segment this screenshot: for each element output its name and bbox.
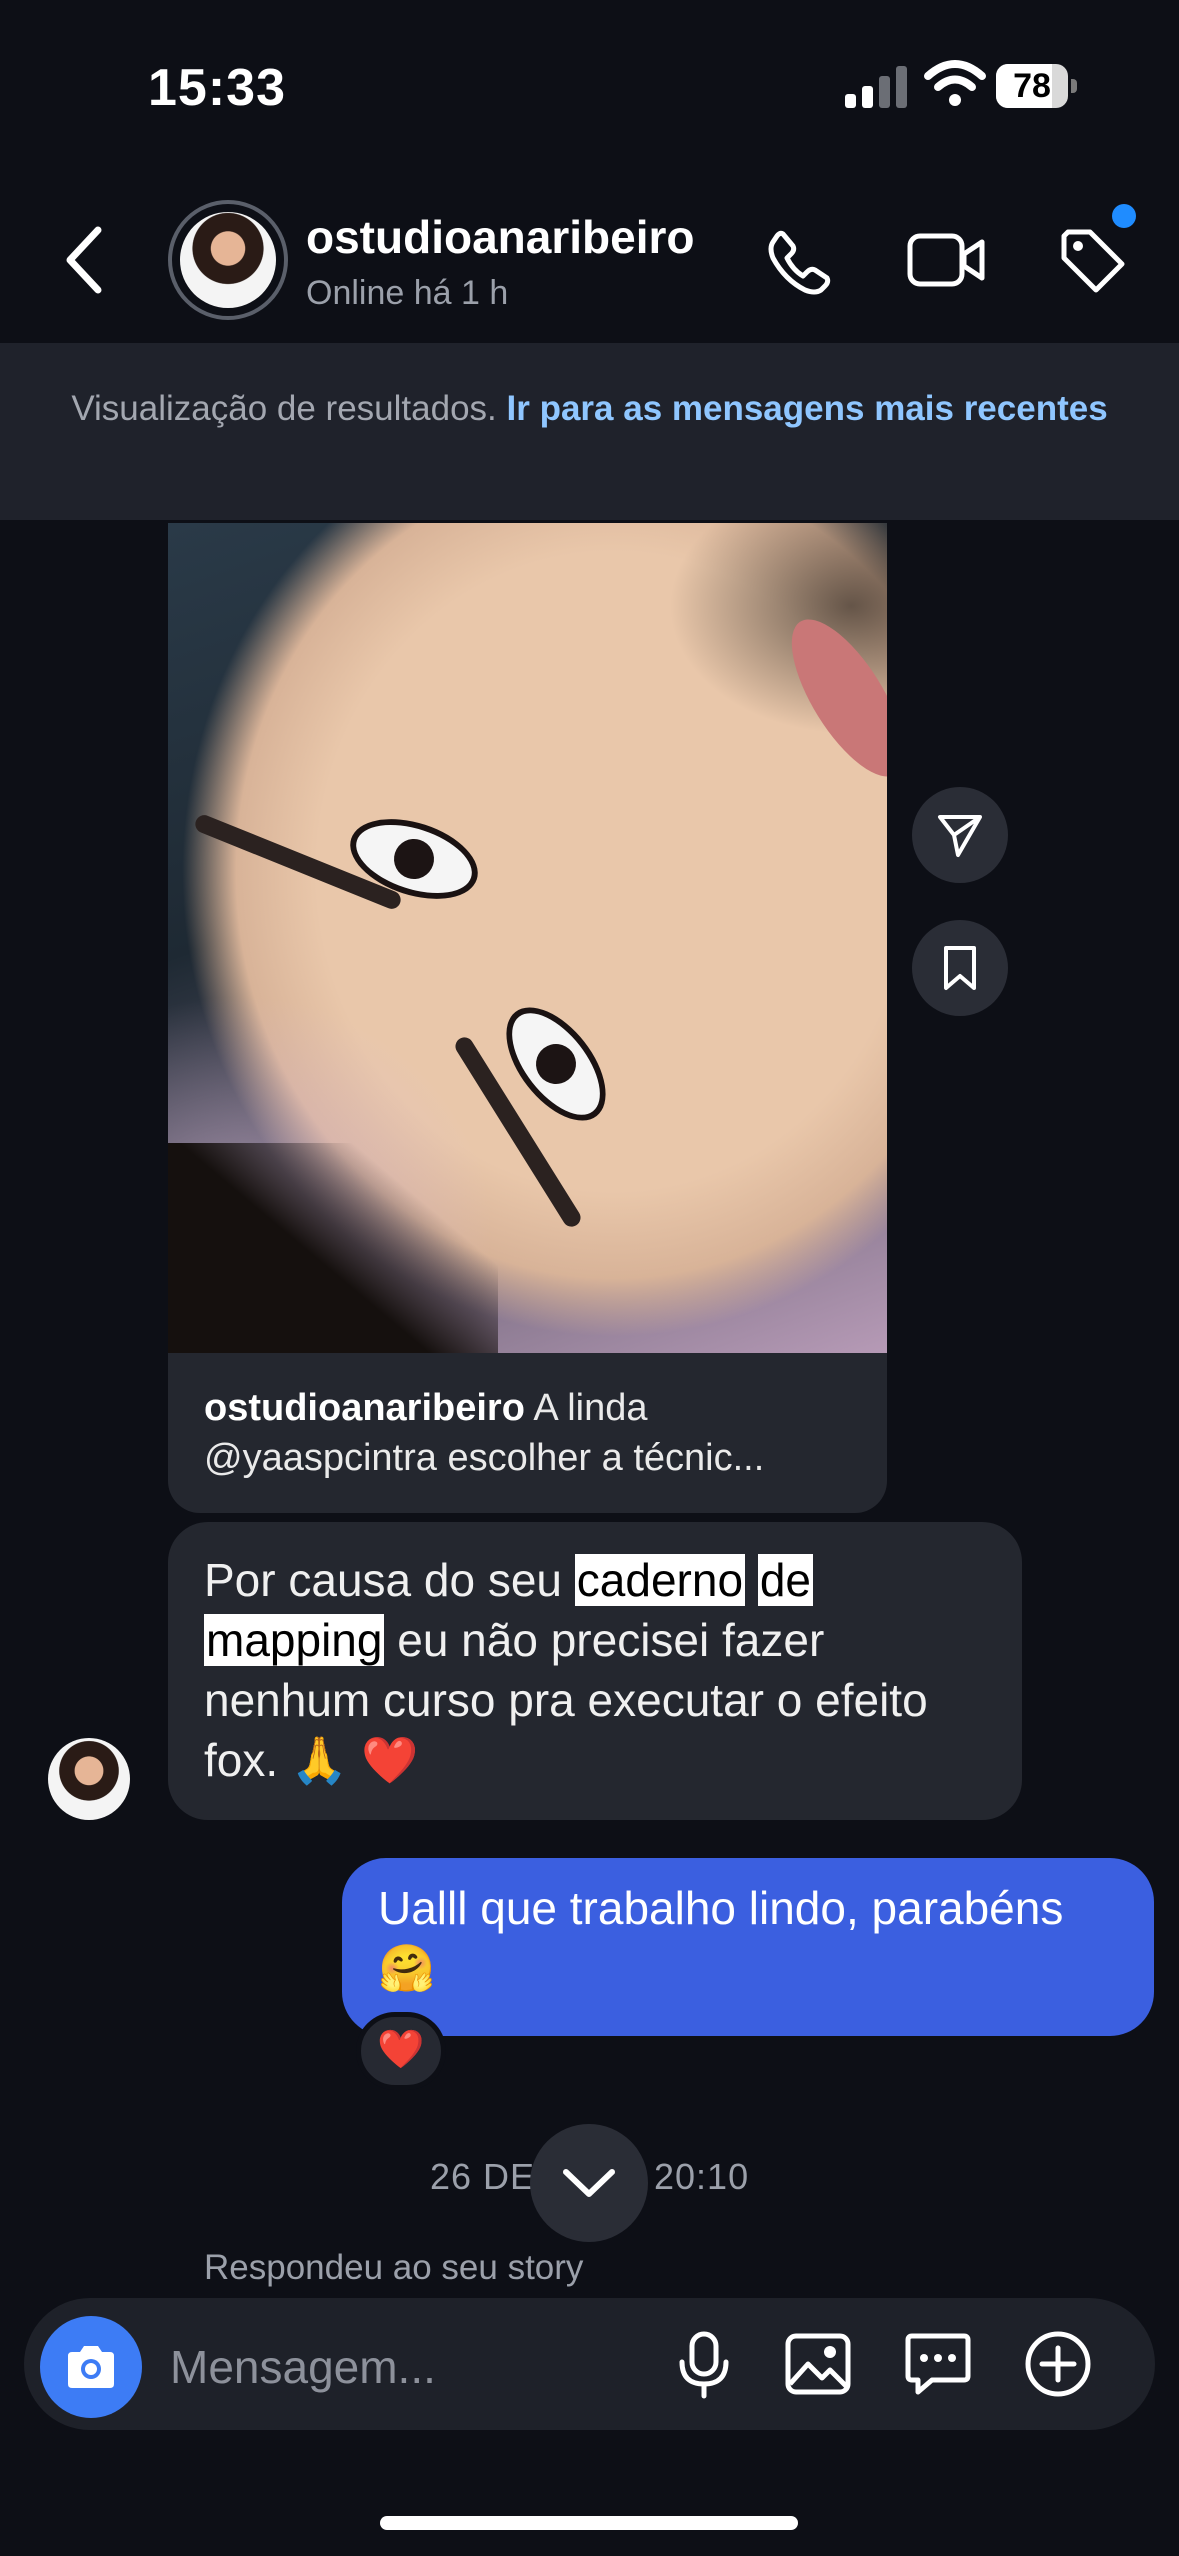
message-text bbox=[745, 1554, 758, 1606]
battery-indicator: 78 bbox=[996, 64, 1080, 108]
jump-to-recent-link[interactable]: Ir para as mensagens mais recentes bbox=[507, 389, 1108, 428]
post-caption-username: ostudioanaribeiro bbox=[204, 1387, 525, 1429]
received-message[interactable]: Por causa do seu caderno de mapping eu nã… bbox=[168, 1522, 1022, 1820]
timestamp-right: 20:10 bbox=[654, 2156, 750, 2197]
chevron-down-icon bbox=[563, 2169, 615, 2197]
home-indicator[interactable] bbox=[380, 2516, 798, 2530]
post-caption-line1: A linda bbox=[533, 1387, 648, 1429]
add-icon[interactable] bbox=[1022, 2328, 1094, 2400]
banner-text: Visualização de resultados. bbox=[71, 389, 507, 428]
camera-icon bbox=[68, 2346, 114, 2388]
story-reply-label: Respondeu ao seu story bbox=[204, 2248, 584, 2287]
avatar[interactable] bbox=[168, 200, 288, 320]
back-icon[interactable] bbox=[58, 222, 114, 298]
bookmark-icon bbox=[944, 946, 976, 990]
sent-message[interactable]: Ualll que trabalho lindo, parabéns 🤗 bbox=[342, 1858, 1154, 2036]
search-highlight: mapping bbox=[204, 1614, 385, 1666]
avatar-image bbox=[180, 212, 276, 308]
post-caption-line2: @yaaspcintra escolher a técnic... bbox=[204, 1437, 765, 1479]
sender-avatar[interactable] bbox=[48, 1738, 130, 1820]
message-input[interactable] bbox=[168, 2328, 652, 2406]
presence-status: Online há 1 h bbox=[306, 274, 509, 312]
notification-dot bbox=[1112, 204, 1136, 228]
phone-icon[interactable] bbox=[765, 228, 833, 296]
save-post-button[interactable] bbox=[912, 920, 1008, 1016]
message-text: Por causa do seu bbox=[204, 1554, 575, 1606]
post-photo[interactable] bbox=[168, 523, 887, 1353]
status-time: 15:33 bbox=[148, 59, 286, 117]
chat-username[interactable]: ostudioanaribeiro bbox=[306, 210, 694, 264]
battery-percent: 78 bbox=[1013, 67, 1051, 105]
message-reaction[interactable]: ❤️ bbox=[356, 2012, 446, 2090]
camera-button[interactable] bbox=[40, 2316, 142, 2418]
video-camera-icon[interactable] bbox=[906, 228, 986, 292]
chat-bubble-icon[interactable] bbox=[902, 2328, 974, 2400]
tag-icon[interactable] bbox=[1058, 226, 1128, 296]
timestamp-left: 26 DE bbox=[430, 2156, 536, 2197]
wifi-icon bbox=[924, 60, 986, 106]
send-icon bbox=[938, 815, 982, 857]
share-post-button[interactable] bbox=[912, 787, 1008, 883]
search-highlight: de bbox=[757, 1554, 813, 1606]
microphone-icon[interactable] bbox=[668, 2328, 740, 2400]
post-caption: ostudioanaribeiro A linda @yaaspcintra e… bbox=[204, 1383, 864, 1483]
shared-post[interactable]: ostudioanaribeiro A linda @yaaspcintra e… bbox=[168, 523, 887, 1513]
scroll-to-bottom-button[interactable] bbox=[530, 2124, 648, 2242]
results-banner: Visualização de resultados. Ir para as m… bbox=[0, 343, 1179, 520]
image-gallery-icon[interactable] bbox=[782, 2328, 854, 2400]
message-text: Ualll que trabalho lindo, parabéns 🤗 bbox=[378, 1882, 1064, 1994]
search-highlight: caderno bbox=[574, 1554, 746, 1606]
cellular-signal-icon bbox=[845, 66, 907, 108]
